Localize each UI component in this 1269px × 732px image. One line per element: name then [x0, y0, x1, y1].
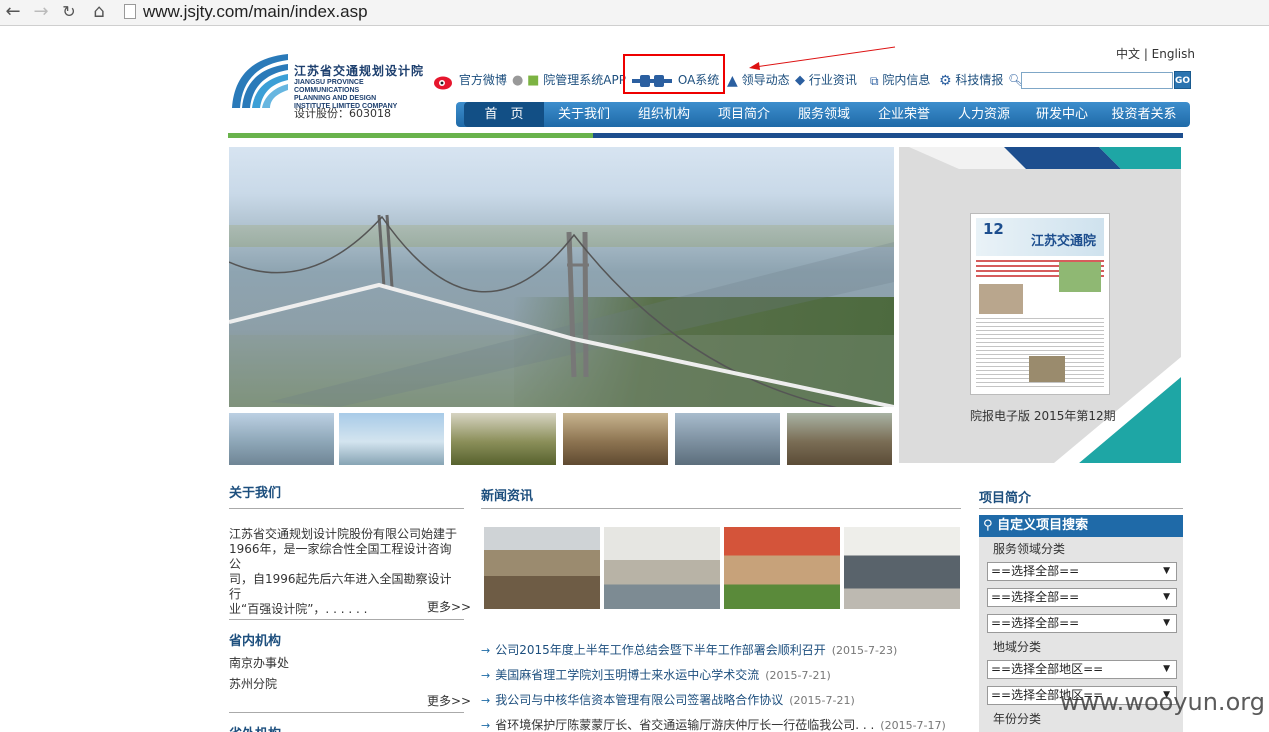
weibo-link[interactable]: 官方微博 [433, 70, 507, 91]
stock-code: 设计股份：603018 [294, 107, 391, 120]
news-photo-3[interactable] [724, 527, 840, 609]
projects-divider [979, 508, 1183, 509]
nav-home[interactable]: 首 页 [464, 102, 544, 127]
hero-thumb-1[interactable] [229, 413, 334, 465]
oa-label: OA系统 [677, 73, 720, 87]
internal-info-label: 院内信息 [882, 73, 931, 87]
oa-link[interactable]: OA系统 [630, 70, 719, 91]
page-icon [124, 4, 136, 19]
plug-icon [632, 74, 672, 87]
reload-icon[interactable]: ↻ [58, 2, 80, 22]
nav-projects[interactable]: 项目简介 [704, 102, 784, 127]
hero-thumb-3[interactable] [451, 413, 556, 465]
newspaper-masthead: 江苏交通院 [1031, 234, 1097, 249]
news-photo-1[interactable] [484, 527, 600, 609]
province-divider [229, 712, 464, 713]
nav-about[interactable]: 关于我们 [546, 102, 622, 127]
service-select-1[interactable]: ==选择全部== ▼ [987, 562, 1177, 581]
project-search-title: 自定义项目搜索 [997, 518, 1089, 533]
hero-thumb-6[interactable] [787, 413, 892, 465]
browser-toolbar: ← → ↻ ⌂ www.jsjty.com/main/index.asp [0, 0, 1269, 26]
home-icon[interactable]: ⌂ [88, 2, 110, 22]
address-bar[interactable]: www.jsjty.com/main/index.asp [116, 1, 1266, 23]
hero-thumb-2[interactable] [339, 413, 444, 465]
weibo-icon [434, 76, 452, 89]
hero-thumb-4[interactable] [563, 413, 668, 465]
nav-org[interactable]: 组织机构 [624, 102, 704, 127]
about-more-link[interactable]: 更多>> [427, 598, 471, 615]
nav-honors[interactable]: 企业荣誉 [864, 102, 944, 127]
news-item[interactable]: → 美国麻省理工学院刘玉明博士来水运中心学术交流 (2015-7-21) [481, 666, 831, 683]
service-label: 服务领域分类 [993, 542, 1066, 556]
tech-info-link[interactable]: ⚙ 科技情报 [939, 70, 1003, 91]
nav-investors[interactable]: 投资者关系 [1102, 102, 1186, 127]
logo-chinese-name: 江苏省交通规划设计院 [294, 64, 425, 78]
news-item[interactable]: → 省环境保护厅陈蒙蒙厅长、省交通运输厅游庆仲厅长一行莅临我公司. . . (201… [481, 716, 946, 732]
company-logo[interactable] [228, 50, 290, 112]
newspaper-caption[interactable]: 院报电子版 2015年第12期 [970, 407, 1116, 424]
url-text[interactable]: www.jsjty.com/main/index.asp [143, 2, 368, 22]
hero-thumb-5[interactable] [675, 413, 780, 465]
news-divider [481, 508, 961, 509]
news-title[interactable]: 新闻资讯 [481, 485, 533, 504]
caret-down-icon: ▼ [1163, 592, 1170, 602]
region-label: 地域分类 [993, 640, 1042, 654]
language-switch[interactable]: 中文 | English [1116, 45, 1195, 62]
app-link[interactable]: ● ■ 院管理系统APP [512, 70, 626, 91]
arrow-icon: → [481, 694, 491, 707]
service-select-3[interactable]: ==选择全部== ▼ [987, 614, 1177, 633]
region-select-1[interactable]: ==选择全部地区== ▼ [987, 660, 1177, 679]
news-item[interactable]: → 我公司与中核华信资本管理有限公司签署战略合作协议 (2015-7-21) [481, 691, 855, 708]
hero-bridge-image[interactable] [229, 147, 894, 407]
about-title[interactable]: 关于我们 [229, 482, 281, 501]
news-photo-2[interactable] [604, 527, 720, 609]
caret-down-icon: ▼ [1163, 566, 1170, 576]
province-item-nanjing[interactable]: 南京办事处 [229, 654, 289, 671]
caret-down-icon: ▼ [1163, 618, 1170, 628]
main-nav: 首 页 关于我们 组织机构 项目简介 服务领域 企业荣誉 人力资源 研发中心 投… [456, 102, 1190, 127]
back-arrow-icon[interactable]: ← [2, 2, 24, 22]
year-label: 年份分类 [993, 712, 1042, 726]
nav-services[interactable]: 服务领域 [784, 102, 864, 127]
province-title[interactable]: 省内机构 [229, 630, 281, 649]
province-more-link[interactable]: 更多>> [427, 692, 471, 709]
person-icon: ▲ [727, 72, 738, 89]
forward-arrow-icon[interactable]: → [30, 2, 52, 22]
about-divider [229, 508, 464, 509]
search-input[interactable] [1021, 72, 1173, 89]
project-search-header: ⚲ 自定义项目搜索 [979, 515, 1183, 537]
tech-info-label: 科技情报 [955, 73, 1004, 87]
app-label: 院管理系统APP [543, 73, 626, 87]
projects-title[interactable]: 项目简介 [979, 487, 1031, 506]
go-button[interactable]: GO [1174, 71, 1191, 89]
search-icon: ⚲ [983, 518, 993, 533]
apple-icon: ● [512, 72, 524, 88]
industry-news-label: 行业资讯 [808, 73, 857, 87]
province-item-suzhou[interactable]: 苏州分院 [229, 675, 277, 692]
annotation-arrow-icon [749, 46, 896, 70]
newspaper-thumbnail[interactable]: 12 江苏交通院 [970, 213, 1110, 395]
outside-title[interactable]: 省外机构 [229, 723, 281, 732]
arrow-icon: → [481, 644, 491, 657]
android-icon: ■ [527, 72, 540, 88]
news-item[interactable]: → 公司2015年度上半年工作总结会暨下半年工作部署会顺利召开 (2015-7-23… [481, 641, 897, 658]
service-select-2[interactable]: ==选择全部== ▼ [987, 588, 1177, 607]
leader-news-label: 领导动态 [741, 73, 790, 87]
weibo-label: 官方微博 [458, 73, 507, 87]
gear-icon: ⚙ [939, 72, 952, 89]
header-rule-green [228, 133, 593, 138]
about-bottom-divider [229, 619, 464, 620]
watermark-text: www.wooyun.org [1060, 688, 1265, 716]
arrow-icon: → [481, 719, 491, 732]
newspaper-issue: 12 [983, 220, 1004, 238]
arrow-icon: → [481, 669, 491, 682]
nav-hr[interactable]: 人力资源 [944, 102, 1024, 127]
caret-down-icon: ▼ [1163, 664, 1170, 674]
header-rule-blue [593, 133, 1183, 138]
news-photo-4[interactable] [844, 527, 960, 609]
nav-rd[interactable]: 研发中心 [1024, 102, 1100, 127]
